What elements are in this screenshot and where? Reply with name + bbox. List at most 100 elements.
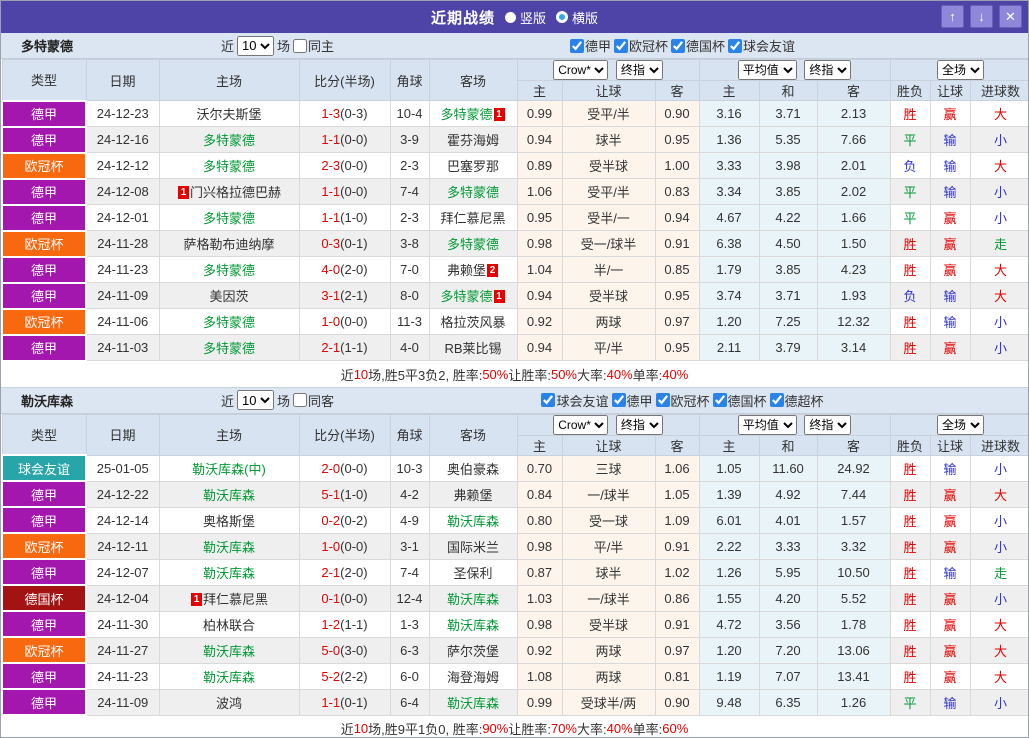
radio-horizontal-label: 横版 [572, 10, 599, 26]
league-checkbox-input[interactable] [712, 393, 727, 407]
home-odds: 0.94 [516, 282, 563, 309]
match-count-select[interactable]: 10 [237, 390, 275, 410]
league-type-badge: 德甲 [1, 255, 87, 284]
match-row: 德甲 24-12-22 勒沃库森 5-1(1-0) 4-2 弗赖堡 0.84 一/球半 1.05… [1, 480, 1028, 508]
odds-source-select[interactable]: Crow* [553, 60, 609, 80]
match-row: 欧冠杯 24-11-27 勒沃库森 5-0(3-0) 6-3 萨尔茨堡 0.92 两球 0.97… [1, 636, 1028, 664]
layout-radio-horizontal[interactable]: 横版 [556, 8, 598, 27]
away-team-name: 勒沃库森 [446, 695, 499, 711]
avg-draw-odds: 3.98 [758, 152, 818, 179]
match-row: 德甲 24-11-30 柏林联合 1-2(1-1) 1-3 勒沃库森 0.98 受半球 0.91… [1, 610, 1028, 638]
handicap-line: 一/球半 [561, 480, 656, 508]
same-venue-checkbox-input[interactable] [293, 38, 308, 53]
halftime-score: (0-0) [340, 314, 368, 329]
avg-draw-odds: 7.25 [758, 308, 818, 335]
odds-source-select[interactable]: Crow* [553, 415, 609, 434]
filter-league-checkbox[interactable]: 德超杯 [769, 391, 824, 410]
fulltime-score: 1-0 [321, 314, 341, 329]
match-count-select[interactable]: 10 [237, 35, 275, 56]
league-checkbox-input[interactable] [655, 393, 670, 407]
league-checkbox-input[interactable] [728, 38, 743, 53]
rank-badge: 1 [177, 186, 189, 199]
team-name: 勒沃库森 [21, 393, 74, 409]
away-team: 圣保利 [428, 558, 518, 586]
filter-league-checkbox[interactable]: 德甲 [569, 36, 611, 55]
home-team-name: 多特蒙德 [202, 211, 255, 226]
move-down-button[interactable]: ↓ [970, 5, 993, 28]
result-wdl: 负 [889, 152, 931, 179]
layout-radio-vertical[interactable]: 竖版 [504, 8, 546, 27]
away-team: 海登海姆 [428, 662, 518, 690]
league-checkbox-input[interactable] [671, 38, 686, 53]
away-team-name: 多特蒙德 [446, 237, 499, 252]
odds-time-select[interactable]: 终指 [615, 60, 663, 80]
average-time-select[interactable]: 终指 [804, 60, 852, 80]
home-team-name: 美因茨 [209, 289, 249, 304]
filter-league-checkbox[interactable]: 球会友谊 [541, 391, 609, 410]
filter-league-checkbox[interactable]: 德国杯 [671, 36, 725, 55]
league-checkbox-input[interactable] [569, 38, 584, 53]
away-odds: 0.94 [654, 204, 700, 231]
score: 2-3(0-0) [298, 152, 391, 179]
avg-away-odds: 10.50 [816, 558, 891, 586]
league-checkbox-label: 欧冠杯 [670, 393, 710, 409]
league-type-badge: 德甲 [1, 333, 87, 362]
result-wdl: 平 [889, 204, 931, 231]
halftime-score: (0-0) [340, 184, 368, 199]
league-type-badge: 德甲 [1, 480, 87, 508]
fulltime-score: 5-0 [321, 642, 341, 658]
match-row: 德甲 24-11-09 美因茨 3-1(2-1) 8-0 多特蒙德 1 0.94 受半球 0.95… [1, 281, 1028, 310]
result-goals: 小 [969, 688, 1028, 716]
result-goals: 小 [969, 334, 1028, 361]
away-team: 多特蒙德 1 [428, 100, 518, 127]
home-team: 柏林联合 [158, 610, 300, 638]
league-type-badge: 德甲 [1, 177, 87, 206]
league-checkbox-input[interactable] [611, 393, 626, 407]
filter-league-checkbox[interactable]: 球会友谊 [728, 36, 795, 55]
handicap-line: 两球 [561, 636, 656, 664]
down-arrow-icon: ↓ [978, 9, 985, 24]
same-venue-checkbox-input[interactable] [293, 393, 308, 407]
result-header-cell: 全场 [889, 59, 1028, 81]
fulltime-score: 0-2 [321, 512, 341, 528]
fulltime-score: 2-3 [321, 158, 341, 173]
league-checkbox-label: 德国杯 [686, 39, 726, 54]
average-header-cell: 平均值 终指 [698, 413, 891, 436]
period-select[interactable]: 全场 [937, 415, 985, 434]
away-team: 多特蒙德 [428, 178, 518, 205]
odds-time-select[interactable]: 终指 [615, 415, 663, 434]
score: 1-1(0-0) [298, 126, 391, 153]
fulltime-score: 1-3 [321, 106, 341, 121]
average-source-select[interactable]: 平均值 [737, 60, 797, 80]
same-venue-checkbox[interactable]: 同主 [293, 36, 334, 55]
result-handicap: 赢 [929, 532, 971, 560]
close-button[interactable]: ✕ [999, 5, 1022, 28]
same-venue-checkbox[interactable]: 同客 [293, 391, 334, 410]
avg-draw-odds: 3.71 [758, 282, 818, 309]
score: 2-0(0-0) [298, 454, 391, 482]
league-type-badge: 欧冠杯 [1, 307, 87, 336]
period-select[interactable]: 全场 [937, 60, 985, 80]
average-source-select[interactable]: 平均值 [737, 415, 797, 434]
avg-draw-odds: 6.35 [758, 688, 818, 716]
match-date: 24-11-09 [85, 688, 160, 716]
col-header-date: 日期 [85, 59, 160, 101]
away-odds: 1.05 [654, 480, 700, 508]
league-checkbox-input[interactable] [614, 38, 628, 53]
filter-league-checkbox[interactable]: 欧冠杯 [614, 36, 668, 55]
league-checkbox-label: 球会友谊 [556, 393, 609, 409]
filter-league-checkbox[interactable]: 欧冠杯 [655, 391, 710, 410]
average-time-select[interactable]: 终指 [804, 415, 852, 434]
league-checkbox-input[interactable] [769, 393, 784, 407]
result-handicap: 赢 [929, 610, 971, 638]
result-wdl: 胜 [889, 636, 931, 664]
move-up-button[interactable]: ↑ [941, 5, 964, 28]
filter-league-checkbox[interactable]: 德甲 [611, 391, 653, 410]
league-checkbox-input[interactable] [541, 393, 556, 407]
avg-draw-odds: 3.56 [758, 610, 818, 638]
avg-home-odds: 3.16 [698, 100, 760, 127]
section-summary: 近 10 场,胜5平3负2, 胜率: 50% 让胜率: 50% 大率: 40% 单率: 40… [1, 361, 1028, 388]
halftime-score: (0-3) [340, 106, 368, 121]
avg-away-odds: 4.23 [816, 256, 891, 283]
filter-league-checkbox[interactable]: 德国杯 [712, 391, 767, 410]
